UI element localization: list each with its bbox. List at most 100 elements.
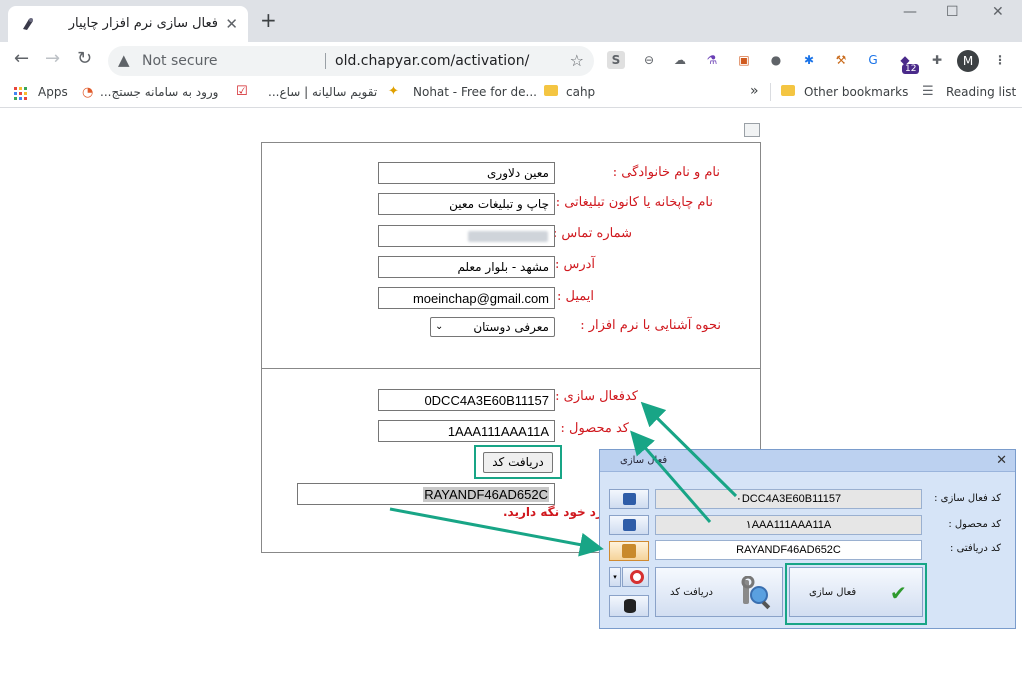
database-icon xyxy=(624,599,636,613)
product-code-label: کد محصول : xyxy=(560,421,629,436)
bookmark-cahp[interactable]: cahp xyxy=(566,85,595,99)
email-label: ایمیل : xyxy=(556,289,594,304)
dialog-title: فعال سازی xyxy=(620,455,668,466)
chevron-down-icon: ⌄ xyxy=(435,321,444,332)
bookmark-nohat[interactable]: Nohat - Free for de... xyxy=(413,85,537,99)
reload-icon[interactable]: ↻ xyxy=(77,50,92,68)
bookmark-calendar[interactable]: تقویم سالیانه | ساع... xyxy=(268,85,377,99)
key-search-icon xyxy=(741,576,771,610)
reading-list-icon: ☰ xyxy=(922,84,934,99)
apps-grid-icon[interactable] xyxy=(14,86,28,100)
folder-icon xyxy=(544,85,558,96)
dialog-close-icon[interactable]: ✕ xyxy=(996,453,1007,468)
security-label: Not secure xyxy=(142,53,218,69)
bookmark-check-icon: ☑ xyxy=(236,84,248,99)
extension-flask-icon[interactable]: ⚗ xyxy=(703,51,721,69)
chrome-menu-icon[interactable]: ⋮ xyxy=(991,51,1009,69)
browser-tab[interactable]: فعال سازی نرم افزار چاپیار ✕ xyxy=(8,6,248,42)
bookmark-star-icon[interactable]: ☆ xyxy=(570,51,584,70)
blurred-phone-value xyxy=(468,231,548,242)
browser-toolbar: ← → ↻ ▲ Not secure old.chapyar.com/activ… xyxy=(0,42,1022,78)
help-button[interactable] xyxy=(622,567,649,587)
activation-dialog: فعال سازی ✕ کد فعال سازی : ٠DCC4A3E60B11… xyxy=(599,449,1016,629)
copy-icon xyxy=(623,493,636,505)
phone-label: شماره تماس : xyxy=(552,226,632,241)
extension-hammer-icon[interactable]: ⚒ xyxy=(832,51,850,69)
extension-s-icon[interactable]: S xyxy=(607,51,625,69)
name-label: نام و نام خانوادگی : xyxy=(612,165,720,180)
not-secure-warning-icon[interactable]: ▲ xyxy=(118,51,130,69)
dialog-product-label: کد محصول : xyxy=(948,519,1001,530)
save-note: زد خود نگه دارید. xyxy=(503,505,603,519)
other-bookmarks-folder-icon xyxy=(781,85,795,96)
tab-strip: فعال سازی نرم افزار چاپیار ✕ + — ☐ ✕ xyxy=(0,0,1022,42)
minimize-icon[interactable]: — xyxy=(903,4,917,20)
bookmarks-bar: Apps ◔ ورود به سامانه جستج... ☑ تقویم سا… xyxy=(0,78,1022,108)
email-field[interactable]: moeinchap@gmail.com xyxy=(378,287,555,309)
database-button[interactable] xyxy=(609,595,649,617)
result-code-selection: RAYANDF46AD652C xyxy=(423,487,549,502)
address-separator xyxy=(325,53,326,69)
form-divider xyxy=(261,368,761,369)
forward-icon[interactable]: → xyxy=(45,50,60,68)
address-bar[interactable]: ▲ Not secure old.chapyar.com/activation/… xyxy=(108,46,594,76)
dropdown-arrow-button[interactable]: ▾ xyxy=(609,567,621,587)
copy-product-button[interactable] xyxy=(609,515,649,535)
site-favicon-icon xyxy=(23,18,33,30)
bookmark-nohat-icon: ✦ xyxy=(388,84,399,99)
dialog-activate-label: فعال سازی xyxy=(809,587,857,598)
window-close-icon[interactable]: ✕ xyxy=(992,4,1004,20)
extension-badge: 12 xyxy=(902,64,920,74)
bookmark-site-icon: ◔ xyxy=(82,85,94,100)
dialog-title-bar: فعال سازی ✕ xyxy=(600,450,1015,472)
bookmarks-divider xyxy=(770,83,771,101)
dialog-activation-field[interactable]: ٠DCC4A3E60B11157 xyxy=(655,489,922,509)
dialog-activation-label: کد فعال سازی : xyxy=(934,493,1001,504)
broken-image-icon xyxy=(744,123,760,137)
source-select[interactable]: معرفی دوستان ⌄ xyxy=(430,317,555,337)
dialog-received-field[interactable]: RAYANDF46AD652C xyxy=(655,540,922,560)
dialog-activate-button[interactable]: فعال سازی ✔ xyxy=(789,567,923,617)
maximize-icon[interactable]: ☐ xyxy=(946,4,959,20)
source-select-value: معرفی دوستان xyxy=(473,320,549,334)
back-icon[interactable]: ← xyxy=(14,50,29,68)
phone-field[interactable] xyxy=(378,225,555,247)
bookmark-other[interactable]: Other bookmarks xyxy=(804,85,908,99)
dialog-received-label: کد دریافتی : xyxy=(950,543,1001,554)
shop-field[interactable]: چاپ و تبلیغات معین xyxy=(378,193,555,215)
dialog-get-code-label: دریافت کد xyxy=(670,587,713,598)
activation-code-label: کدفعال سازی : xyxy=(555,389,638,404)
extension-github-icon[interactable]: ● xyxy=(767,51,785,69)
extension-lock-icon[interactable]: ⊖ xyxy=(640,51,658,69)
bookmark-reading-list[interactable]: Reading list xyxy=(946,85,1016,99)
activation-code-field[interactable]: 0DCC4A3E60B11157 xyxy=(378,389,555,411)
copy-icon xyxy=(623,519,636,531)
dialog-product-field[interactable]: ١AAA111AAA11A xyxy=(655,515,922,535)
extension-puzzle-icon[interactable]: ✱ xyxy=(800,51,818,69)
result-code-field[interactable]: RAYANDF46AD652C xyxy=(297,483,555,505)
extensions-puzzle-icon[interactable]: ✚ xyxy=(928,51,946,69)
bookmark-samaneh[interactable]: ورود به سامانه جستج... xyxy=(100,85,218,99)
get-code-button[interactable]: دریافت کد xyxy=(483,452,553,473)
extension-monitor-icon[interactable]: ▣ xyxy=(735,51,753,69)
extension-cloud-icon[interactable]: ☁ xyxy=(671,51,689,69)
tab-title: فعال سازی نرم افزار چاپیار xyxy=(68,16,218,31)
bookmarks-overflow-button[interactable]: » xyxy=(750,83,759,99)
name-field[interactable]: معین دلاوری xyxy=(378,162,555,184)
lifebuoy-icon xyxy=(630,570,644,584)
new-tab-button[interactable]: + xyxy=(260,10,277,30)
source-label: نحوه آشنایی با نرم افزار : xyxy=(580,318,721,333)
address-label: آدرس : xyxy=(554,257,595,272)
dialog-get-code-button[interactable]: دریافت کد xyxy=(655,567,783,617)
tab-close-icon[interactable]: ✕ xyxy=(225,15,238,33)
bookmark-apps[interactable]: Apps xyxy=(38,85,68,99)
paste-button[interactable] xyxy=(609,541,649,561)
product-code-field[interactable]: 1AAA111AAA11A xyxy=(378,420,555,442)
profile-avatar[interactable]: M xyxy=(957,50,979,72)
url-text[interactable]: old.chapyar.com/activation/ xyxy=(335,53,529,69)
address-field[interactable]: مشهد - بلوار معلم xyxy=(378,256,555,278)
shop-label: نام چاپخانه یا کانون تبلیغاتی : xyxy=(555,195,713,210)
extension-translate-icon[interactable]: G xyxy=(864,51,882,69)
paste-icon xyxy=(622,544,636,558)
copy-activation-button[interactable] xyxy=(609,489,649,509)
